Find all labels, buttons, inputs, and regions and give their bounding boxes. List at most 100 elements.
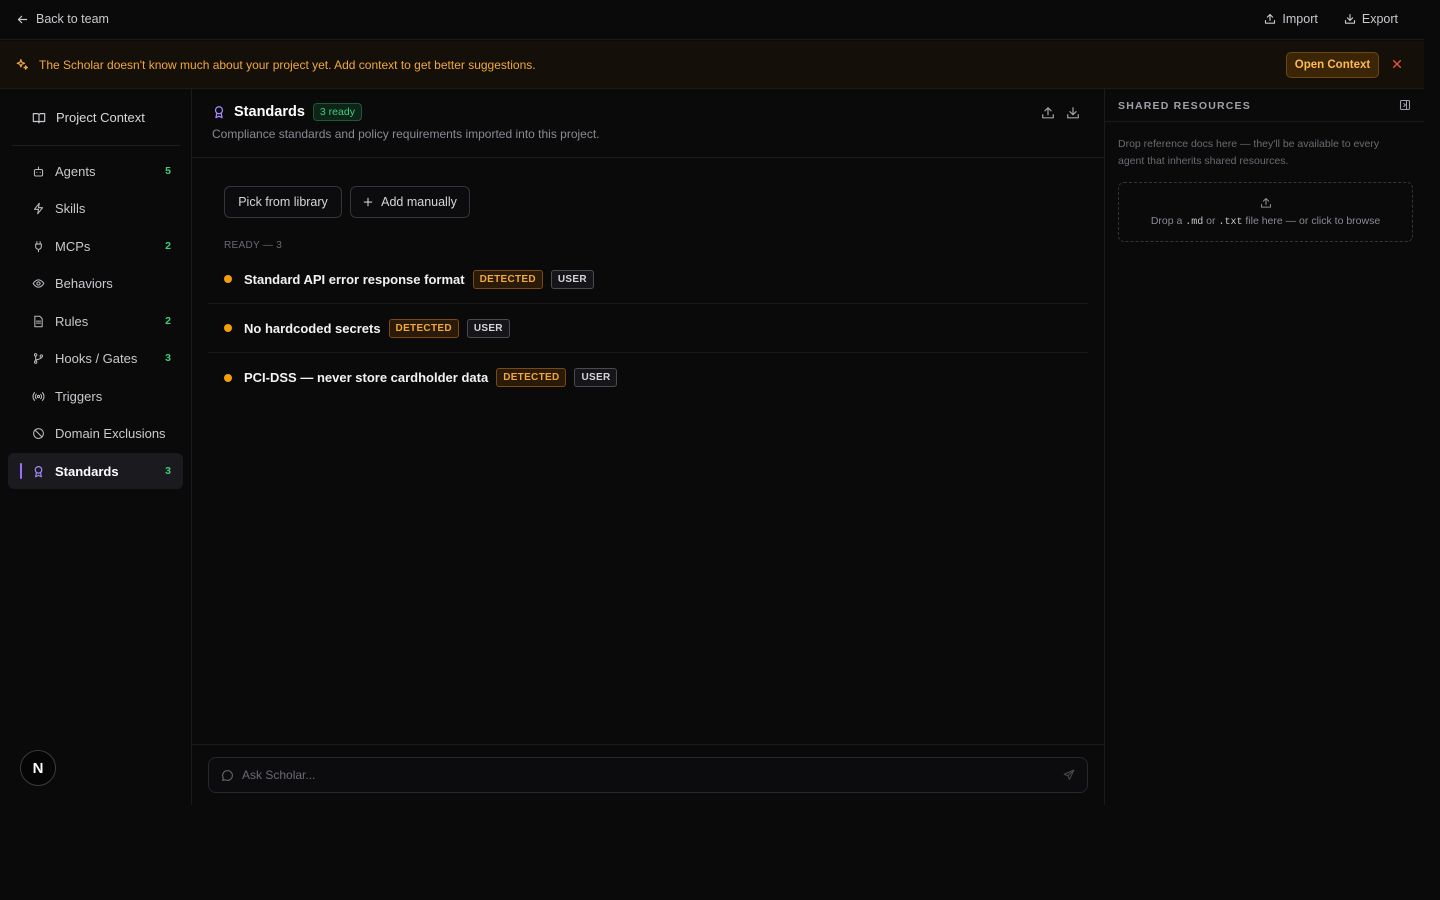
file-dropzone[interactable]: Drop a .md or .txt file here — or click … xyxy=(1118,182,1413,242)
dropzone-text: Drop a .md or .txt file here — or click … xyxy=(1150,214,1381,228)
active-indicator xyxy=(20,463,22,479)
user-tag: USER xyxy=(550,269,594,289)
detected-tag: DETECTED xyxy=(496,368,567,387)
standard-name: No hardcoded secrets xyxy=(244,320,381,336)
shared-resources-panel: SHARED RESOURCES Drop reference docs her… xyxy=(1104,89,1425,805)
pick-from-library-button[interactable]: Pick from library xyxy=(224,186,342,218)
sidebar-item-label: Domain Exclusions xyxy=(55,425,166,441)
project-context-label: Project Context xyxy=(56,110,145,125)
sidebar: Project Context Agents 5 Skills MCPs 2 B… xyxy=(0,89,192,805)
sidebar-item-label: Behaviors xyxy=(55,275,113,291)
upload-icon xyxy=(1260,197,1272,209)
standard-name: Standard API error response format xyxy=(244,271,465,287)
upload-icon xyxy=(1264,13,1276,25)
export-button[interactable]: Export xyxy=(1344,12,1398,26)
header-divider xyxy=(192,157,1104,158)
section-label: READY — 3 xyxy=(224,240,283,251)
add-label: Add manually xyxy=(381,195,457,209)
import-label: Import xyxy=(1282,12,1318,26)
chat-divider xyxy=(192,744,1104,745)
standard-row[interactable]: No hardcoded secrets DETECTED USER xyxy=(208,304,1088,353)
status-dot xyxy=(224,275,232,283)
user-tag: USER xyxy=(574,368,618,387)
sidebar-item-label: Triggers xyxy=(55,388,103,404)
page-title: Standards xyxy=(234,104,305,120)
panel-title: SHARED RESOURCES xyxy=(1118,100,1251,112)
git-branch-icon xyxy=(32,352,45,365)
plug-icon xyxy=(32,240,45,253)
ready-badge: 3 ready xyxy=(312,103,362,121)
open-context-button[interactable]: Open Context xyxy=(1286,52,1379,78)
document-icon xyxy=(32,315,45,328)
award-icon xyxy=(212,105,226,119)
standard-row[interactable]: Standard API error response format DETEC… xyxy=(208,255,1088,304)
eye-icon xyxy=(32,277,45,290)
top-actions: Import Export xyxy=(1264,12,1398,26)
header-actions xyxy=(1041,106,1080,120)
panel-divider xyxy=(1105,121,1425,122)
sidebar-item-label: Hooks / Gates xyxy=(55,350,138,366)
send-icon[interactable] xyxy=(1063,769,1075,781)
add-manually-button[interactable]: Add manually xyxy=(350,186,470,218)
sidebar-divider xyxy=(12,145,180,146)
pick-label: Pick from library xyxy=(238,195,328,209)
award-icon xyxy=(32,465,45,478)
sidebar-item-standards[interactable]: Standards 3 xyxy=(8,453,183,489)
import-button[interactable]: Import xyxy=(1264,12,1318,26)
sidebar-item-label: Agents xyxy=(55,163,96,179)
sidebar-item-label: Skills xyxy=(55,200,86,216)
sidebar-item-label: Rules xyxy=(55,313,89,329)
status-dot xyxy=(224,373,232,382)
sidebar-item-behaviors[interactable]: Behaviors xyxy=(8,265,183,301)
sidebar-item-skills[interactable]: Skills xyxy=(8,190,183,226)
bot-icon xyxy=(32,165,45,178)
project-context-link[interactable]: Project Context xyxy=(32,110,145,125)
sidebar-item-mcps[interactable]: MCPs 2 xyxy=(8,228,183,264)
count-badge: 3 xyxy=(165,465,171,477)
sidebar-item-domain-exclusions[interactable]: Domain Exclusions xyxy=(8,415,183,451)
back-label: Back to team xyxy=(36,12,109,26)
plus-icon xyxy=(363,197,373,207)
status-dot xyxy=(224,324,232,332)
panel-description: Drop reference docs here — they'll be av… xyxy=(1118,138,1380,167)
book-icon xyxy=(32,111,46,125)
page-header: Standards 3 ready xyxy=(212,103,362,121)
download-icon[interactable] xyxy=(1066,106,1080,120)
standard-row[interactable]: PCI-DSS — never store cardholder data DE… xyxy=(208,353,1088,402)
user-tag: USER xyxy=(466,318,510,338)
sidebar-item-rules[interactable]: Rules 2 xyxy=(8,303,183,339)
upload-icon[interactable] xyxy=(1041,106,1055,120)
arrow-left-icon xyxy=(16,13,29,26)
ask-scholar-bar xyxy=(208,757,1088,793)
back-to-team-link[interactable]: Back to team xyxy=(16,12,109,26)
ask-scholar-input[interactable] xyxy=(242,768,1055,782)
sidebar-item-label: Standards xyxy=(55,463,119,479)
count-badge: 5 xyxy=(165,165,171,177)
download-icon xyxy=(1344,13,1356,25)
sparkles-icon xyxy=(16,58,29,71)
broadcast-icon xyxy=(32,390,45,403)
top-bar: Back to team Import Export xyxy=(0,0,1440,40)
ban-icon xyxy=(32,427,45,440)
context-warning-banner: The Scholar doesn't know much about your… xyxy=(0,41,1424,89)
scrollbar-gutter xyxy=(1424,0,1440,900)
count-badge: 2 xyxy=(165,240,171,252)
main-panel: Standards 3 ready Compliance standards a… xyxy=(192,89,1104,805)
detected-tag: DETECTED xyxy=(472,269,543,289)
chat-bubble-icon xyxy=(221,769,234,782)
page-subtitle: Compliance standards and policy requirem… xyxy=(212,127,600,141)
collapse-panel-icon[interactable] xyxy=(1399,99,1411,111)
avatar[interactable]: N xyxy=(20,750,56,786)
close-icon[interactable] xyxy=(1391,58,1403,70)
sidebar-item-hooks-gates[interactable]: Hooks / Gates 3 xyxy=(8,340,183,376)
sidebar-item-label: MCPs xyxy=(55,238,91,254)
banner-message: The Scholar doesn't know much about your… xyxy=(39,58,536,72)
bolt-icon xyxy=(32,202,45,215)
detected-tag: DETECTED xyxy=(388,318,459,338)
count-badge: 3 xyxy=(165,352,171,364)
export-label: Export xyxy=(1361,12,1398,26)
sidebar-item-agents[interactable]: Agents 5 xyxy=(8,153,183,189)
count-badge: 2 xyxy=(165,315,171,327)
standard-name: PCI-DSS — never store cardholder data xyxy=(244,370,489,385)
sidebar-item-triggers[interactable]: Triggers xyxy=(8,378,183,414)
